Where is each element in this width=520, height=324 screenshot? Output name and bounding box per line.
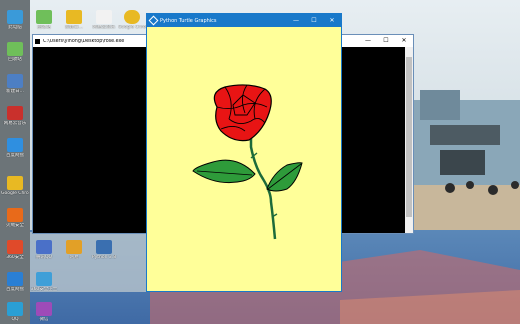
scrollbar-thumb[interactable] [406,57,412,217]
desktop-icon[interactable]: 新建日... [1,74,29,94]
desktop-icon[interactable]: 回收站 [1,42,29,62]
desktop-icon[interactable]: QQ [1,302,29,322]
desktop-icon[interactable]: 火绒安全 [1,208,29,228]
console-app-icon [35,38,40,44]
app-icon [36,272,52,286]
close-button[interactable]: ✕ [395,35,413,47]
app-icon [66,240,82,254]
app-icon [36,10,52,24]
app-icon [7,74,23,88]
desktop-icon[interactable]: Google Chrome [118,10,146,30]
app-icon [7,106,23,120]
desktop-icon[interactable]: 腾讯QQ [30,240,58,260]
chrome-icon [7,176,23,190]
desktop-icon[interactable]: 新建日... [60,10,88,30]
desktop-icon[interactable]: 微信 [30,302,58,322]
turtle-title: Python Turtle Graphics [160,17,217,24]
turtle-graphics-window[interactable]: Python Turtle Graphics — ☐ ✕ [146,13,342,292]
desktop-icon[interactable]: 此电脑 [1,10,29,30]
python-icon [96,240,112,254]
app-icon [7,240,23,254]
app-icon [7,272,23,286]
app-icon [7,138,23,152]
file-icon [96,10,112,24]
maximize-button[interactable]: ☐ [305,15,323,27]
desktop-icon[interactable]: Python 3.8 [90,240,118,260]
app-icon [36,240,52,254]
desktop-icon[interactable]: 回收站 [30,10,58,30]
desktop-icon[interactable]: 网易云音乐 [90,10,118,30]
desktop-icon[interactable]: 360安全 [1,240,29,260]
app-icon [7,42,23,56]
close-button[interactable]: ✕ [323,15,341,27]
minimize-button[interactable]: — [287,15,305,27]
app-icon [7,208,23,222]
app-icon [66,10,82,24]
desktop-icon[interactable]: 百度网盘 [1,138,29,158]
turtle-canvas[interactable] [147,27,341,291]
desktop-icon[interactable]: 网易云音乐 [1,106,29,126]
minimize-button[interactable]: — [359,35,377,47]
desktop-icon[interactable]: Google Chrome [1,176,29,196]
chrome-icon [124,10,140,24]
app-icon [36,302,52,316]
turtle-titlebar[interactable]: Python Turtle Graphics — ☐ ✕ [147,14,341,27]
rose-head [213,84,272,142]
app-icon [7,302,23,316]
app-icon [7,10,23,24]
desktop-icon[interactable]: 网易 [60,240,88,260]
desktop-icon[interactable]: 360安全卫士 [30,272,58,292]
desktop-icon[interactable]: 百度网盘 [1,272,29,292]
feather-icon [148,15,159,26]
console-scrollbar[interactable] [405,47,413,233]
maximize-button[interactable]: ☐ [377,35,395,47]
